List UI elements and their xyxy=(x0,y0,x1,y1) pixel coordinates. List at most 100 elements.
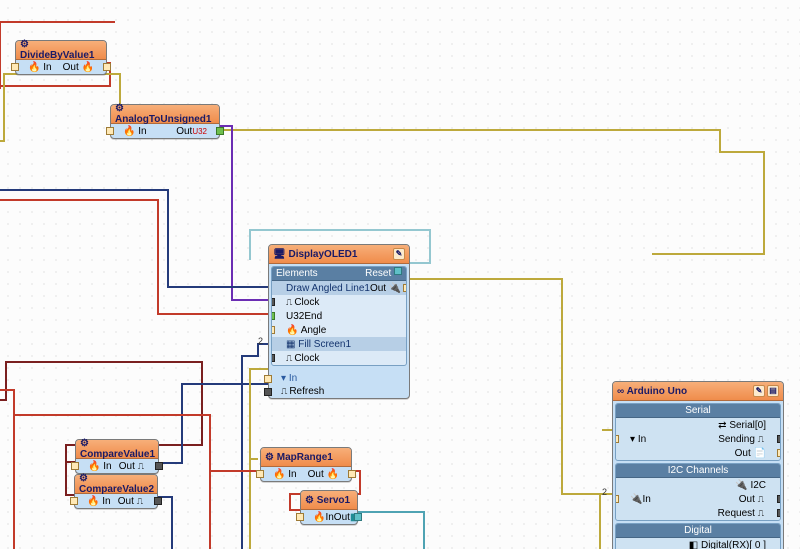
port-label: Request xyxy=(718,508,755,519)
section-elements: Elements Reset Draw Angled Line1 Out 🔌 ⎍… xyxy=(271,266,407,366)
titlebar[interactable]: ∞ Arduino Uno ✎ ▤ xyxy=(613,382,783,401)
index-badge: 2 xyxy=(602,487,607,497)
node-analog-to-unsigned[interactable]: ⚙ AnalogToUnsigned1 🔥 In OutU32 xyxy=(110,104,220,139)
port-label: Refresh xyxy=(289,386,324,397)
i2c-icon: 🔌 xyxy=(735,480,747,491)
port-pin-out[interactable] xyxy=(103,63,111,71)
port-label: Out xyxy=(119,461,135,472)
node-icon: ⚙ xyxy=(20,39,29,50)
node-compare-value-1[interactable]: ⚙ CompareValue1 🔥 In Out ⎍ xyxy=(75,439,159,474)
port-label: Angle xyxy=(301,325,327,336)
node-arduino-uno[interactable]: ∞ Arduino Uno ✎ ▤ Serial ⇄ Serial[0] ▾ I… xyxy=(612,381,784,549)
titlebar[interactable]: ⚙ CompareValue2 xyxy=(75,475,157,494)
port-label: In xyxy=(325,512,333,523)
node-title: Servo1 xyxy=(317,495,350,506)
tool-icon[interactable]: ✎ xyxy=(393,248,405,260)
row-label: Serial[0] xyxy=(729,420,766,431)
port-label: In xyxy=(138,126,146,137)
port-label: Out xyxy=(739,494,755,505)
port-pin-in[interactable] xyxy=(256,470,264,478)
fill-icon: ▦ xyxy=(286,339,295,350)
titlebar[interactable]: ⚙ DivideByValue1 xyxy=(16,41,106,60)
node-icon: ⚙ xyxy=(305,495,314,506)
port-type: U32 xyxy=(192,127,207,136)
port-pin-out[interactable] xyxy=(155,462,163,470)
port-pin-clock2[interactable] xyxy=(271,354,275,362)
section-title: I2C Channels xyxy=(616,464,780,478)
port-type: U32 xyxy=(286,311,304,322)
port-pin-out[interactable] xyxy=(216,127,224,135)
port-label: Out xyxy=(176,126,192,137)
serial-icon: ⇄ xyxy=(718,420,726,431)
port-label: Clock xyxy=(294,297,319,308)
port-label: Out xyxy=(118,496,134,507)
digital-icon: ◧ xyxy=(689,540,698,549)
node-icon: ⚙ xyxy=(80,438,89,449)
port-pin-in[interactable] xyxy=(615,435,619,443)
node-compare-value-2[interactable]: ⚙ CompareValue2 🔥 In Out ⎍ xyxy=(74,474,158,509)
node-icon: ∞ xyxy=(617,386,624,397)
node-servo[interactable]: ⚙ Servo1 🔥In Out◧ xyxy=(300,490,358,525)
port-pin-angle[interactable] xyxy=(271,326,275,334)
element-label[interactable]: Draw Angled Line1 xyxy=(272,283,370,294)
section-title: Serial xyxy=(616,404,780,418)
port-label: Out xyxy=(334,512,350,523)
port-pin-i2c-in[interactable] xyxy=(615,495,619,503)
node-title: DisplayOLED1 xyxy=(288,249,357,260)
port-label: End xyxy=(304,311,322,322)
port-pin-in[interactable] xyxy=(71,462,79,470)
titlebar[interactable]: ⚙ AnalogToUnsigned1 xyxy=(111,105,219,124)
tool-icon[interactable]: ▤ xyxy=(767,385,779,397)
port-label: In xyxy=(638,434,646,445)
port-pin-out[interactable] xyxy=(777,449,781,457)
node-display-oled[interactable]: 🖥 DisplayOLED1 ✎ Elements Reset Draw Ang… xyxy=(268,244,410,399)
i2c-icon: 🔌 xyxy=(630,494,642,505)
node-title: Arduino Uno xyxy=(627,386,688,397)
port-pin-reset[interactable] xyxy=(394,267,402,275)
section-title: Digital xyxy=(616,524,780,538)
node-icon: ⚙ xyxy=(79,473,88,484)
port-pin-end[interactable] xyxy=(271,312,275,320)
port-pin-sending[interactable] xyxy=(777,435,781,443)
row-label: I2C xyxy=(750,480,766,491)
port-label: In xyxy=(43,62,51,73)
port-label: In xyxy=(102,496,110,507)
port-label: Out xyxy=(735,448,751,459)
port-label: Out xyxy=(370,283,386,294)
port-label: Out xyxy=(63,62,79,73)
visuino-canvas[interactable]: ⚙ DivideByValue1 🔥 In Out 🔥 ⚙ AnalogToUn… xyxy=(0,0,800,549)
titlebar[interactable]: ⚙ CompareValue1 xyxy=(76,440,158,459)
port-label: Reset xyxy=(365,268,391,279)
port-pin-request[interactable] xyxy=(777,509,781,517)
port-label: Clock xyxy=(294,353,319,364)
row-label: Digital(RX)[ 0 ] xyxy=(701,540,766,549)
index-badge: 2 xyxy=(258,336,263,346)
port-pin-refresh[interactable] xyxy=(264,388,272,396)
port-pin-in[interactable] xyxy=(70,497,78,505)
titlebar[interactable]: ⚙ MapRange1 xyxy=(261,448,351,467)
titlebar[interactable]: 🖥 DisplayOLED1 ✎ xyxy=(269,245,409,264)
tool-icon[interactable]: ✎ xyxy=(753,385,765,397)
port-label: Out xyxy=(308,469,324,480)
port-label: In xyxy=(289,373,297,384)
port-pin-out[interactable] xyxy=(354,513,362,521)
titlebar[interactable]: ⚙ Servo1 xyxy=(301,491,357,510)
node-title: MapRange1 xyxy=(277,452,333,463)
port-pin-clock[interactable] xyxy=(271,298,275,306)
node-divide-by-value[interactable]: ⚙ DivideByValue1 🔥 In Out 🔥 xyxy=(15,40,107,75)
port-pin-out[interactable] xyxy=(154,497,162,505)
element-label[interactable]: Fill Screen1 xyxy=(298,339,351,350)
node-icon: ⚙ xyxy=(265,452,274,463)
section-title: Elements xyxy=(276,268,318,279)
port-label: In xyxy=(288,469,296,480)
node-icon: 🖥 xyxy=(273,249,286,260)
port-pin-in[interactable] xyxy=(11,63,19,71)
port-pin-in[interactable] xyxy=(264,375,272,383)
node-map-range[interactable]: ⚙ MapRange1 🔥 In Out 🔥 xyxy=(260,447,352,482)
port-pin-out[interactable] xyxy=(403,284,407,292)
port-pin-in[interactable] xyxy=(296,513,304,521)
port-pin-out[interactable] xyxy=(348,470,356,478)
port-pin-in[interactable] xyxy=(106,127,114,135)
port-pin-i2c-out[interactable] xyxy=(777,495,781,503)
i2c-icon: 🔌 xyxy=(389,283,401,294)
